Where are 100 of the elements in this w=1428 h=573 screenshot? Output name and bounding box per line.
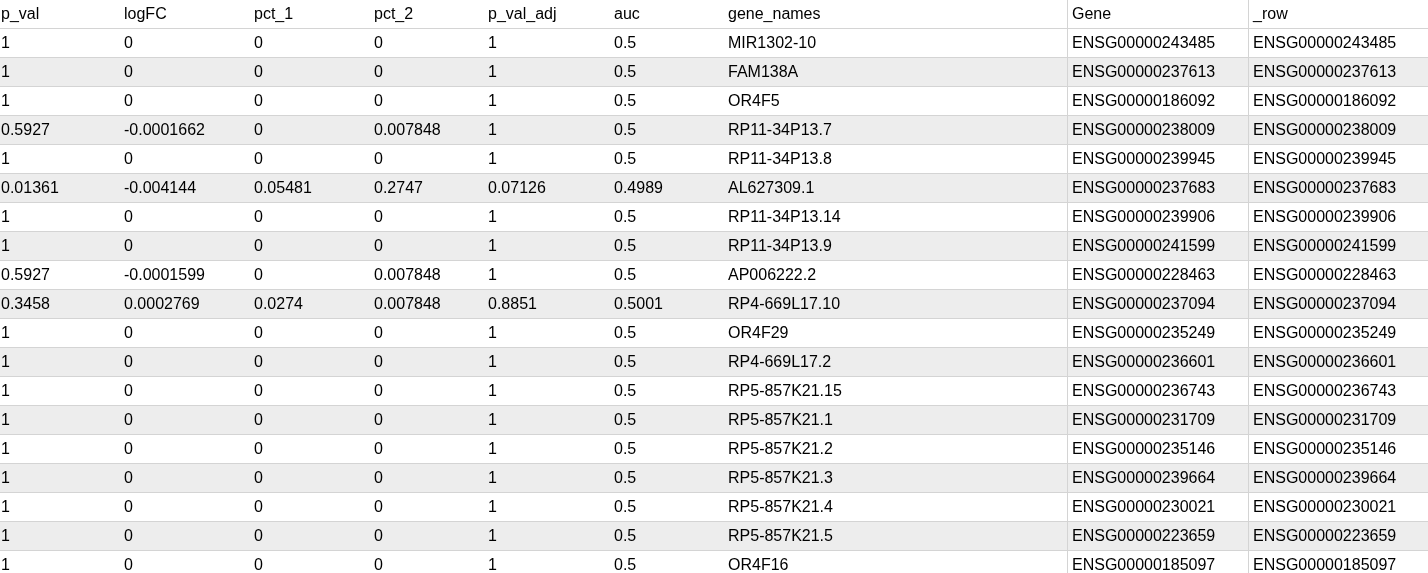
column-header: Gene xyxy=(1067,0,1248,28)
table-cell-text: 0.007848 xyxy=(373,120,442,140)
table-cell-text: RP5-857K21.5 xyxy=(727,526,834,546)
table-cell-text: 0 xyxy=(253,149,264,169)
table-cell-text: 1 xyxy=(0,149,11,169)
table-cell-text: 0.007848 xyxy=(373,294,442,314)
table-cell-text: 1 xyxy=(487,33,498,53)
table-cell: ENSG00000231709 xyxy=(1248,406,1428,434)
table-cell-text: -0.004144 xyxy=(123,178,198,198)
column-header: logFC xyxy=(123,4,168,24)
table-cell-text: 0 xyxy=(373,497,384,517)
table-cell-text: RP11-34P13.9 xyxy=(727,236,833,256)
table-cell: ENSG00000230021 xyxy=(1248,493,1428,521)
table-cell-text: 1 xyxy=(487,91,498,111)
table-cell-text: 1 xyxy=(487,381,498,401)
table-cell-text: 1 xyxy=(0,236,11,256)
table-cell-text: 0 xyxy=(253,555,264,573)
table-cell-text: 0 xyxy=(373,526,384,546)
table-cell-text: 0 xyxy=(123,381,134,401)
table-cell-text: 0 xyxy=(123,410,134,430)
table-cell: ENSG00000228463 xyxy=(1067,261,1248,289)
table-cell-text: 1 xyxy=(487,265,498,285)
table-cell-text: 1 xyxy=(487,323,498,343)
table-cell-text: 0.007848 xyxy=(373,265,442,285)
table-cell-text: 0.05481 xyxy=(253,178,313,198)
table-cell-text: 0 xyxy=(253,62,264,82)
table-cell-text: 0 xyxy=(253,439,264,459)
table-cell: ENSG00000241599 xyxy=(1248,232,1428,260)
table-cell: ENSG00000185097 xyxy=(1067,551,1248,573)
table-cell-text: 1 xyxy=(0,91,11,111)
table-cell-text: 0.01361 xyxy=(0,178,60,198)
table-cell-text: OR4F5 xyxy=(727,91,781,111)
table-cell-text: 0.5 xyxy=(613,62,638,82)
table-cell-text: 1 xyxy=(487,207,498,227)
table-cell-text: 1 xyxy=(0,33,11,53)
table-cell-text: 0 xyxy=(253,497,264,517)
table-cell-text: 0.5927 xyxy=(0,120,51,140)
table-cell-text: 0 xyxy=(123,33,134,53)
table-cell-text: 0.0002769 xyxy=(123,294,201,314)
table-cell-text: 0 xyxy=(373,555,384,573)
table-cell-text: OR4F29 xyxy=(727,323,790,343)
table-cell-text: 0 xyxy=(373,468,384,488)
table-cell-text: 0 xyxy=(123,62,134,82)
table-cell: ENSG00000239664 xyxy=(1248,464,1428,492)
table-cell-text: RP11-34P13.7 xyxy=(727,120,833,140)
table-cell-text: 0 xyxy=(373,62,384,82)
column-header: p_val_adj xyxy=(487,4,558,24)
table-cell-text: 0 xyxy=(123,497,134,517)
table-cell: ENSG00000186092 xyxy=(1248,87,1428,115)
table-cell-text: 0 xyxy=(123,236,134,256)
table-cell-text: 0 xyxy=(253,352,264,372)
table-cell-text: -0.0001599 xyxy=(123,265,206,285)
table-cell: ENSG00000237613 xyxy=(1067,58,1248,86)
table-cell-text: 0.5 xyxy=(613,33,638,53)
table-cell-text: 0 xyxy=(253,323,264,343)
table-cell-text: 0 xyxy=(253,468,264,488)
table-cell-text: MIR1302-10 xyxy=(727,33,818,53)
table-cell-text: 1 xyxy=(0,207,11,227)
table-cell: ENSG00000238009 xyxy=(1248,116,1428,144)
table-cell-text: RP5-857K21.4 xyxy=(727,497,834,517)
table-cell-text: RP5-857K21.15 xyxy=(727,381,843,401)
table-cell-text: 0 xyxy=(123,207,134,227)
table-cell: ENSG00000231709 xyxy=(1067,406,1248,434)
table-cell-text: 0 xyxy=(373,91,384,111)
table-cell: ENSG00000237094 xyxy=(1067,290,1248,318)
table-cell-text: 1 xyxy=(487,526,498,546)
table-cell-text: 0 xyxy=(123,555,134,573)
table-cell-text: 1 xyxy=(0,468,11,488)
table-cell: ENSG00000185097 xyxy=(1248,551,1428,573)
table-cell: ENSG00000239906 xyxy=(1248,203,1428,231)
table-cell-text: RP4-669L17.10 xyxy=(727,294,842,314)
table-cell-text: 0.5 xyxy=(613,381,638,401)
table-cell: ENSG00000243485 xyxy=(1248,29,1428,57)
table-cell-text: 0.5 xyxy=(613,265,638,285)
table-cell-text: 0 xyxy=(253,410,264,430)
table-cell-text: RP5-857K21.1 xyxy=(727,410,834,430)
table-cell-text: 1 xyxy=(487,497,498,517)
table-cell: ENSG00000236743 xyxy=(1067,377,1248,405)
table-cell-text: RP11-34P13.8 xyxy=(727,149,833,169)
table-cell-text: 0 xyxy=(373,149,384,169)
table-cell-text: 1 xyxy=(487,352,498,372)
table-cell-text: 0 xyxy=(373,236,384,256)
table-cell-text: 0.4989 xyxy=(613,178,664,198)
table-cell: ENSG00000228463 xyxy=(1248,261,1428,289)
table-cell: ENSG00000237683 xyxy=(1248,174,1428,202)
table-cell-text: 0 xyxy=(123,468,134,488)
table-cell-text: 0.5 xyxy=(613,468,638,488)
table-cell-text: 1 xyxy=(487,62,498,82)
table-cell-text: 0.5 xyxy=(613,91,638,111)
table-cell-text: 0.5 xyxy=(613,207,638,227)
table-cell: ENSG00000239945 xyxy=(1248,145,1428,173)
table-cell-text: 0 xyxy=(253,207,264,227)
table-cell-text: 0.5001 xyxy=(613,294,664,314)
table-cell-text: -0.0001662 xyxy=(123,120,206,140)
table-cell-text: 0 xyxy=(123,526,134,546)
table-cell-text: 0.5 xyxy=(613,555,638,573)
table-cell-text: 1 xyxy=(0,381,11,401)
table-cell-text: 0.8851 xyxy=(487,294,538,314)
table-cell-text: 0 xyxy=(373,410,384,430)
table-cell-text: RP4-669L17.2 xyxy=(727,352,833,372)
